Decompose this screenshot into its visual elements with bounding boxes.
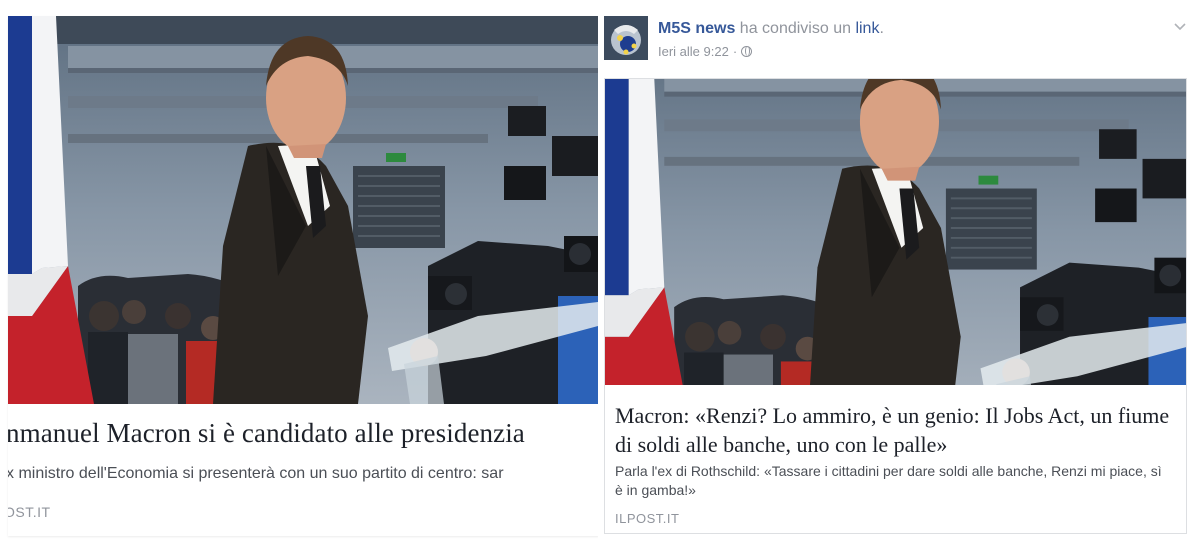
right-description: Parla l'ex di Rothschild: «Tassare i cit… xyxy=(615,463,1162,498)
left-description: x ministro dell'Economia si presenterà c… xyxy=(8,465,504,482)
right-preview-image[interactable] xyxy=(605,79,1186,385)
meta-separator: · xyxy=(732,44,738,59)
right-headline[interactable]: Macron: «Renzi? Lo ammiro, è un genio: I… xyxy=(615,401,1175,459)
right-preview-photo xyxy=(605,79,1186,385)
post-timestamp[interactable]: Ieri alle 9:22 xyxy=(658,44,729,59)
left-link-preview-card[interactable]: nmanuel Macron si è candidato alle presi… xyxy=(8,16,598,536)
right-link-preview-card[interactable]: Macron: «Renzi? Lo ammiro, è un genio: I… xyxy=(604,78,1187,534)
shared-link-word[interactable]: link xyxy=(855,20,879,37)
left-preview-image[interactable] xyxy=(8,16,598,404)
page-avatar[interactable] xyxy=(604,16,648,60)
right-facebook-post: M5S news ha condiviso un link. Ieri alle… xyxy=(604,0,1200,552)
post-header: M5S news ha condiviso un link. xyxy=(658,20,884,38)
left-headline[interactable]: nmanuel Macron si è candidato alle presi… xyxy=(8,418,525,449)
globe-icon[interactable] xyxy=(741,46,753,57)
post-meta: Ieri alle 9:22 · xyxy=(658,44,753,59)
left-preview-photo xyxy=(8,16,598,404)
right-source-domain: ILPOST.IT xyxy=(615,511,680,526)
page-name-link[interactable]: M5S news xyxy=(658,20,735,37)
chevron-down-icon[interactable] xyxy=(1172,18,1188,34)
left-source-domain: OST.IT xyxy=(8,504,51,520)
header-period: . xyxy=(879,20,884,37)
left-screenshot-panel: nmanuel Macron si è candidato alle presi… xyxy=(0,0,598,552)
shared-text: ha condiviso un xyxy=(735,20,856,37)
